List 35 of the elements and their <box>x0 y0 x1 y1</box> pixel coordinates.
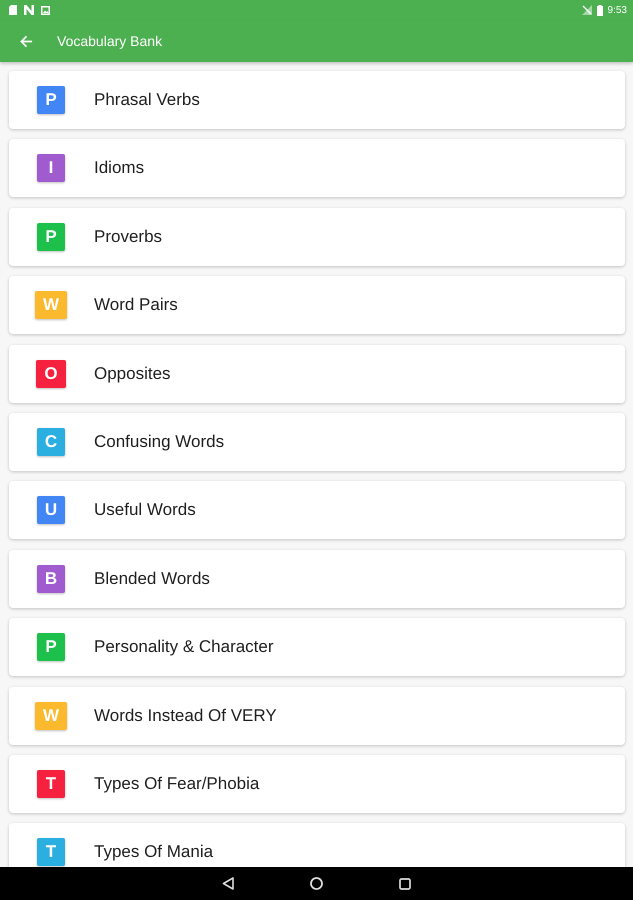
letter-badge: O <box>36 360 66 388</box>
category-item[interactable]: P Personality & Character <box>9 618 625 676</box>
back-arrow-icon <box>20 34 32 48</box>
category-item[interactable]: T Types Of Mania <box>9 823 625 867</box>
letter-badge: W <box>34 702 68 730</box>
home-icon[interactable] <box>310 877 323 890</box>
letter-badge: B <box>36 564 66 593</box>
category-item[interactable]: B Blended Words <box>9 550 625 608</box>
letter-badge: P <box>37 222 65 251</box>
battery-icon <box>596 4 603 16</box>
category-item[interactable]: U Useful Words <box>9 481 625 540</box>
letter-badge: T <box>37 838 65 866</box>
category-item[interactable]: O Opposites <box>9 344 625 403</box>
category-item[interactable]: W Word Pairs <box>9 276 625 334</box>
letter-badge: C <box>36 428 66 456</box>
letter-n-icon <box>24 5 34 15</box>
back-icon[interactable] <box>222 877 234 890</box>
letter-badge: P <box>37 633 65 662</box>
letter-badge: U <box>36 496 66 524</box>
category-item[interactable]: C Confusing Words <box>9 412 625 471</box>
letter-badge: W <box>34 291 68 320</box>
letter-badge: I <box>37 154 65 182</box>
letter-badge: T <box>37 770 65 798</box>
category-item[interactable]: W Words Instead Of VERY <box>9 686 625 745</box>
image-icon <box>41 6 50 14</box>
recents-icon[interactable] <box>399 878 411 890</box>
status-time: 9:53 <box>608 4 627 16</box>
app-bar-title: Vocabulary Bank <box>57 33 162 49</box>
sd-card-icon <box>9 5 17 15</box>
category-item[interactable]: P Proverbs <box>9 208 625 266</box>
no-signal-icon <box>582 5 592 15</box>
letter-badge: P <box>37 86 65 114</box>
category-item[interactable]: P Phrasal Verbs <box>9 71 625 129</box>
category-item[interactable]: T Types Of Fear/Phobia <box>9 754 625 813</box>
category-item[interactable]: I Idioms <box>9 139 625 198</box>
